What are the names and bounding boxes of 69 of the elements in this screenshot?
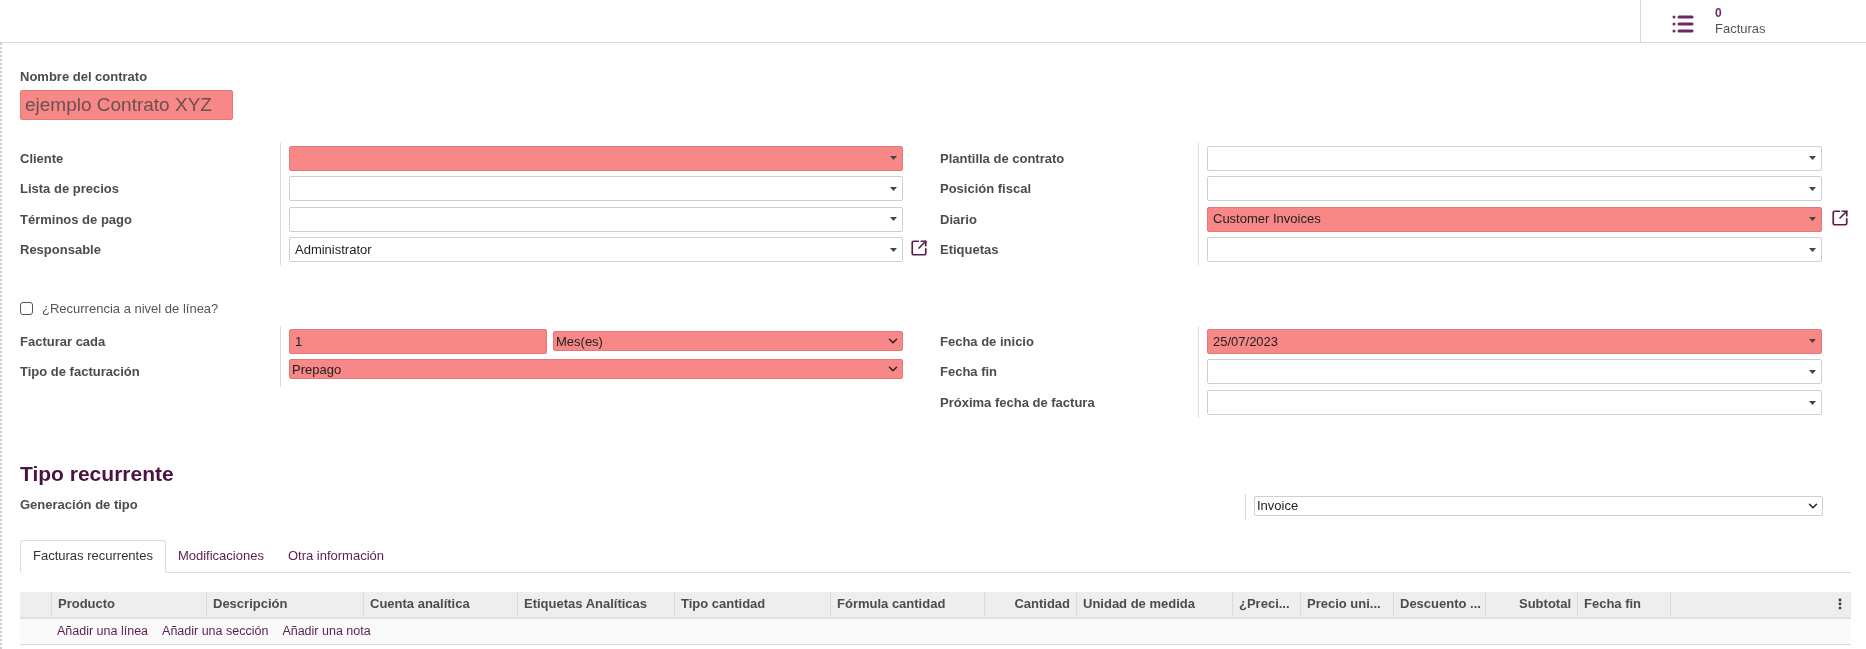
dropdown-field[interactable]	[289, 206, 903, 232]
add-link[interactable]: Añadir una nota	[282, 621, 371, 641]
dropdown-field[interactable]	[289, 145, 903, 171]
select-field[interactable]: Mes(es)	[553, 331, 903, 352]
tab[interactable]: Otra información	[275, 539, 397, 573]
caret-icon	[1809, 369, 1816, 374]
contract-name-field[interactable]: ejemplo Contrato XYZ	[20, 89, 233, 120]
checkbox[interactable]	[20, 302, 33, 316]
field-label: Cliente	[20, 149, 65, 168]
caret-icon	[890, 247, 897, 252]
field-label: Responsable	[20, 241, 102, 260]
dropdown-field[interactable]: Administrator	[289, 237, 903, 263]
stat-label: Facturas	[1715, 21, 1766, 36]
column-header[interactable]: Fórmula cantidad	[831, 591, 985, 617]
input-field[interactable]: 1	[289, 328, 547, 354]
add-link[interactable]: Añadir una sección	[162, 621, 269, 641]
field-label: Diario	[940, 210, 978, 229]
column-header[interactable]: Tipo cantidad	[675, 591, 831, 617]
select-field[interactable]: Prepago	[289, 359, 903, 380]
tab[interactable]: Modificaciones	[165, 539, 276, 573]
column-header[interactable]: Precio uni...	[1301, 591, 1394, 617]
external-link-icon[interactable]	[910, 239, 928, 258]
column-header[interactable]: Descuento ...	[1394, 591, 1486, 617]
field-label: Plantilla de contrato	[940, 149, 1066, 168]
field-label: Generación de tipo	[20, 495, 139, 514]
field-label: Próxima fecha de factura	[940, 394, 1096, 413]
column-header[interactable]: ¿Preci...	[1233, 591, 1301, 617]
caret-icon	[890, 156, 897, 160]
caret-icon	[890, 217, 897, 222]
external-link-icon[interactable]	[1831, 208, 1849, 227]
field-label: Fecha fin	[940, 363, 999, 382]
date-field[interactable]	[1207, 390, 1822, 416]
caret-icon	[1809, 400, 1816, 405]
column-header[interactable]: Subtotal	[1486, 591, 1578, 617]
section-title: Tipo recurrente	[20, 461, 175, 486]
caret-icon	[1809, 156, 1816, 160]
field-label: Lista de precios	[20, 180, 120, 199]
tab[interactable]: Facturas recurrentes	[20, 539, 166, 573]
column-header[interactable]: Etiquetas Analíticas	[518, 591, 675, 617]
field-label: Fecha de inicio	[940, 332, 1035, 351]
dropdown-field[interactable]	[1207, 237, 1822, 263]
add-link[interactable]: Añadir una línea	[57, 621, 149, 641]
caret-icon	[1809, 247, 1816, 252]
field-label: Etiquetas	[940, 241, 1000, 260]
dropdown-field[interactable]: Customer Invoices	[1207, 206, 1822, 232]
field-label: Nombre del contrato	[20, 68, 149, 86]
select-field[interactable]: Invoice	[1254, 495, 1823, 516]
field-label: Posición fiscal	[940, 180, 1033, 199]
date-field[interactable]: 25/07/2023	[1207, 328, 1822, 354]
dropdown-field[interactable]	[1207, 145, 1822, 171]
column-header[interactable]: Descripción	[207, 591, 364, 617]
column-header[interactable]: Producto	[52, 591, 207, 617]
checkbox-label: ¿Recurrencia a nivel de línea?	[42, 300, 219, 319]
dropdown-field[interactable]	[289, 176, 903, 202]
caret-icon	[1809, 339, 1816, 344]
column-header[interactable]: Unidad de medida	[1077, 591, 1233, 617]
field-label: Facturar cada	[20, 332, 107, 351]
dropdown-field[interactable]	[1207, 176, 1822, 202]
caret-icon	[1809, 186, 1816, 191]
stat-count: 0	[1715, 6, 1722, 21]
invoices-stat-button[interactable]: 0 Facturas	[1640, 0, 1866, 42]
date-field[interactable]	[1207, 359, 1822, 385]
field-label: Tipo de facturación	[20, 363, 141, 382]
column-header[interactable]: Cuenta analítica	[364, 591, 518, 617]
column-header[interactable]: Fecha fin	[1578, 591, 1671, 617]
caret-icon	[1809, 217, 1816, 222]
field-label: Términos de pago	[20, 210, 133, 229]
column-header[interactable]: Cantidad	[985, 591, 1077, 617]
caret-icon	[890, 186, 897, 191]
